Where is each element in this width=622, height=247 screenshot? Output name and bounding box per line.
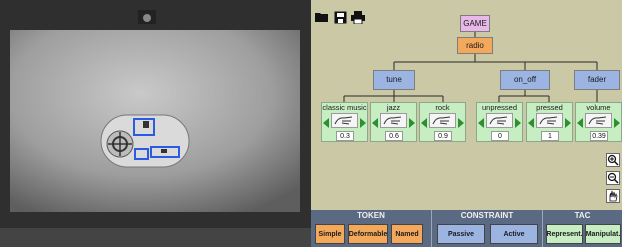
editor-toolbar xyxy=(315,10,365,26)
token-simple-button[interactable]: Simple xyxy=(315,224,345,244)
hand-gesture-icon xyxy=(380,113,407,128)
tree-node-root[interactable]: GAME xyxy=(460,15,490,32)
arrow-left-icon[interactable] xyxy=(577,118,583,128)
tac-represent-button[interactable]: Represent. xyxy=(546,224,583,244)
detected-tag-outline xyxy=(133,118,155,136)
palette-group-title: TOKEN xyxy=(357,211,385,220)
palette-group-title: TAC xyxy=(574,211,591,220)
arrow-left-icon[interactable] xyxy=(323,118,329,128)
hand-gesture-icon xyxy=(585,113,612,128)
camera-image xyxy=(0,0,311,247)
token-value: 0 xyxy=(491,131,509,141)
palette-group-constraint: CONSTRAINT Passive Active xyxy=(432,210,542,247)
token-label: unpressed xyxy=(481,103,518,112)
arrow-right-icon[interactable] xyxy=(409,118,415,128)
constraint-passive-button[interactable]: Passive xyxy=(437,224,485,244)
arrow-right-icon[interactable] xyxy=(565,118,571,128)
tac-editor-panel: GAME radio tune on_off fader classic mus… xyxy=(311,0,622,247)
token-card-pressed[interactable]: pressed 1 xyxy=(526,102,573,142)
constraint-active-button[interactable]: Active xyxy=(490,224,538,244)
token-value: 0.9 xyxy=(434,131,452,141)
arrow-left-icon[interactable] xyxy=(372,118,378,128)
arrow-right-icon[interactable] xyxy=(614,118,620,128)
token-value: 0.39 xyxy=(590,131,608,141)
tree-node-radio[interactable]: radio xyxy=(457,37,493,54)
zoom-in-icon[interactable] xyxy=(606,153,620,167)
hand-pan-icon[interactable] xyxy=(606,189,620,203)
arrow-left-icon[interactable] xyxy=(528,118,534,128)
hand-gesture-icon xyxy=(486,113,513,128)
zoom-out-icon[interactable] xyxy=(606,171,620,185)
detected-tag-outline xyxy=(150,146,180,158)
token-card-jazz[interactable]: jazz 0.6 xyxy=(370,102,417,142)
hand-gesture-icon xyxy=(331,113,358,128)
token-card-classic-music[interactable]: classic music 0.3 xyxy=(321,102,368,142)
tree-node-fader[interactable]: fader xyxy=(574,70,620,90)
token-label: rock xyxy=(435,103,450,112)
arrow-right-icon[interactable] xyxy=(515,118,521,128)
token-deformable-button[interactable]: Deformable xyxy=(348,224,388,244)
zoom-tools xyxy=(606,153,620,203)
arrow-left-icon[interactable] xyxy=(478,118,484,128)
token-label: jazz xyxy=(386,103,401,112)
token-label: classic music xyxy=(322,103,367,112)
token-named-button[interactable]: Named xyxy=(391,224,423,244)
tree-node-tune[interactable]: tune xyxy=(373,70,415,90)
detected-tag-outline xyxy=(134,148,149,160)
camera-feed xyxy=(0,0,311,247)
tac-manipulate-button[interactable]: Manipulat. xyxy=(585,224,621,244)
token-label: pressed xyxy=(536,103,563,112)
element-palette: TOKEN Simple Deformable Named CONSTRAINT… xyxy=(311,210,622,247)
token-value: 1 xyxy=(541,131,559,141)
palette-group-tac: TAC Represent. Manipulat. xyxy=(543,210,622,247)
print-icon[interactable] xyxy=(351,10,365,24)
arrow-right-icon[interactable] xyxy=(360,118,366,128)
palette-group-token: TOKEN Simple Deformable Named xyxy=(311,210,431,247)
arrow-right-icon[interactable] xyxy=(458,118,464,128)
hand-gesture-icon xyxy=(429,113,456,128)
hand-gesture-icon xyxy=(536,113,563,128)
token-card-unpressed[interactable]: unpressed 0 xyxy=(476,102,523,142)
open-folder-icon[interactable] xyxy=(315,10,329,24)
token-value: 0.3 xyxy=(336,131,354,141)
palette-group-title: CONSTRAINT xyxy=(460,211,514,220)
save-icon[interactable] xyxy=(333,10,347,24)
token-value: 0.6 xyxy=(385,131,403,141)
token-label: volume xyxy=(586,103,611,112)
arrow-left-icon[interactable] xyxy=(421,118,427,128)
token-card-rock[interactable]: rock 0.9 xyxy=(419,102,466,142)
token-card-volume[interactable]: volume 0.39 xyxy=(575,102,622,142)
tree-node-on-off[interactable]: on_off xyxy=(500,70,550,90)
